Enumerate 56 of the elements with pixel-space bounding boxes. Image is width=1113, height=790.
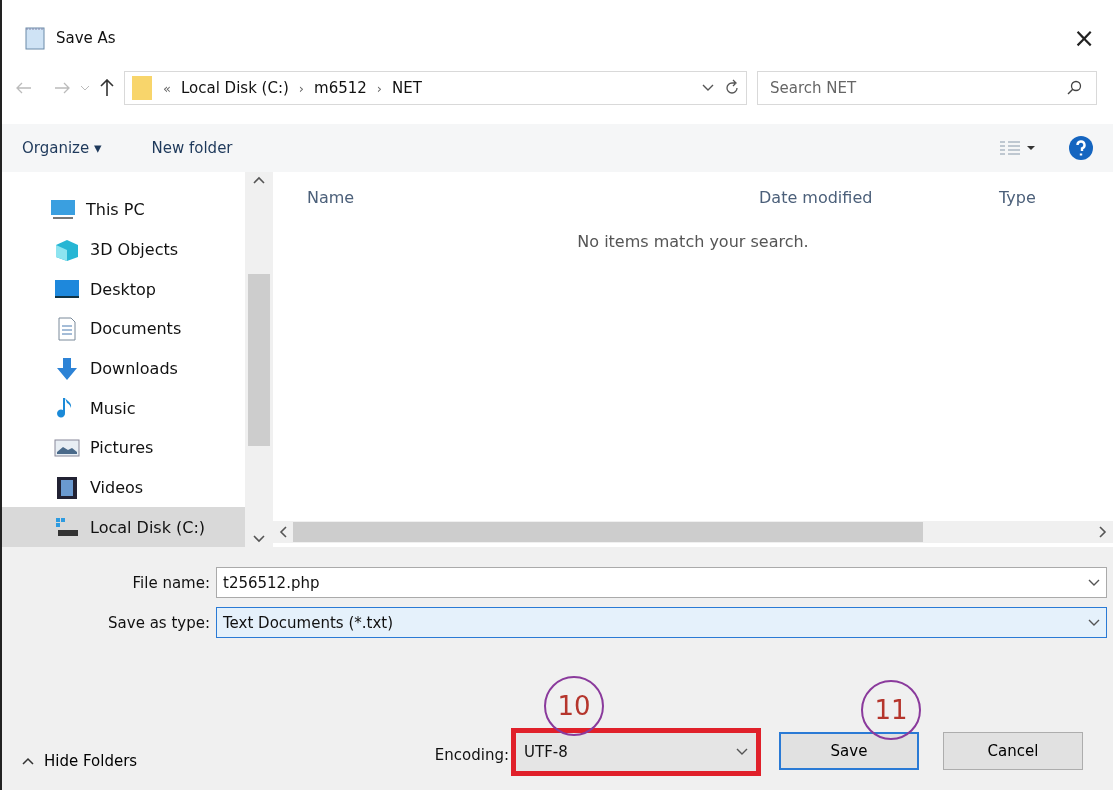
breadcrumb-separator: « [163,80,171,96]
dropdown-caret-icon[interactable] [1088,618,1100,627]
dropdown-caret-icon[interactable] [736,748,748,756]
scroll-left-icon[interactable] [279,526,287,538]
refresh-icon[interactable] [724,79,740,97]
sidebar-item[interactable]: Documents [2,309,245,349]
organize-button[interactable]: Organize ▾ [22,135,102,161]
encoding-dropdown[interactable]: UTF-8 [511,728,761,776]
horizontal-scrollbar[interactable] [273,521,1113,543]
folder-icon [131,75,153,101]
sidebar-item[interactable]: Local Disk (C:) [2,507,245,548]
sidebar-item[interactable]: Pictures [2,428,245,468]
breadcrumb-separator: › [298,80,305,96]
sidebar-item[interactable]: Desktop [2,269,245,309]
step-number: 11 [861,680,921,740]
film-icon [54,475,80,500]
column-header[interactable]: Date modified [755,187,995,207]
dropdown-caret-icon[interactable] [702,84,714,92]
column-header[interactable]: Name [303,187,755,207]
breadcrumb-item[interactable]: Local Disk (C:) [180,79,289,97]
cancel-button[interactable]: Cancel [943,732,1083,770]
scroll-down-icon[interactable] [253,535,265,543]
vertical-scrollbar[interactable] [245,172,273,547]
new-folder-button[interactable]: New folder [151,135,233,161]
sidebar-item[interactable]: 3D Objects [2,229,245,270]
window-title: Save As [56,29,117,47]
monitor-icon [50,197,76,222]
hide-folders-button[interactable]: Hide Folders [22,752,138,770]
sidebar-item[interactable]: Downloads [2,348,245,389]
file-name-field[interactable]: t256512.php [216,567,1107,598]
breadcrumb-item[interactable]: NET [392,79,422,97]
sidebar-item[interactable]: This PC [2,190,245,230]
step-number: 10 [544,676,604,736]
breadcrumb-item[interactable]: m6512 [314,79,367,97]
dropdown-caret-icon[interactable] [1088,578,1100,587]
download-arrow-icon [54,356,80,381]
scroll-up-icon[interactable] [253,176,265,184]
sidebar-item[interactable]: Videos [2,467,245,508]
cube-icon [54,237,80,262]
field-label: Save as type: [107,613,210,632]
field-label: Encoding: [434,746,509,764]
notepad-icon [24,26,46,50]
close-button[interactable]: × [1069,23,1099,53]
column-header[interactable]: Type [995,187,1113,207]
sidebar-item[interactable]: Music [2,388,245,429]
scroll-right-icon[interactable] [1099,526,1107,538]
file-type-dropdown[interactable]: Text Documents (*.txt) [216,607,1107,638]
up-arrow-icon[interactable] [100,79,114,97]
search-field[interactable]: Search NET [757,71,1097,105]
address-bar[interactable]: « Local Disk (C:) › m6512 › NET [124,71,747,105]
save-button[interactable]: Save [779,732,919,770]
field-label: File name: [131,573,210,592]
caret-up-icon [22,757,34,765]
help-icon[interactable] [1069,136,1093,160]
empty-message: No items match your search. [577,232,809,251]
breadcrumb-separator: › [376,80,383,96]
